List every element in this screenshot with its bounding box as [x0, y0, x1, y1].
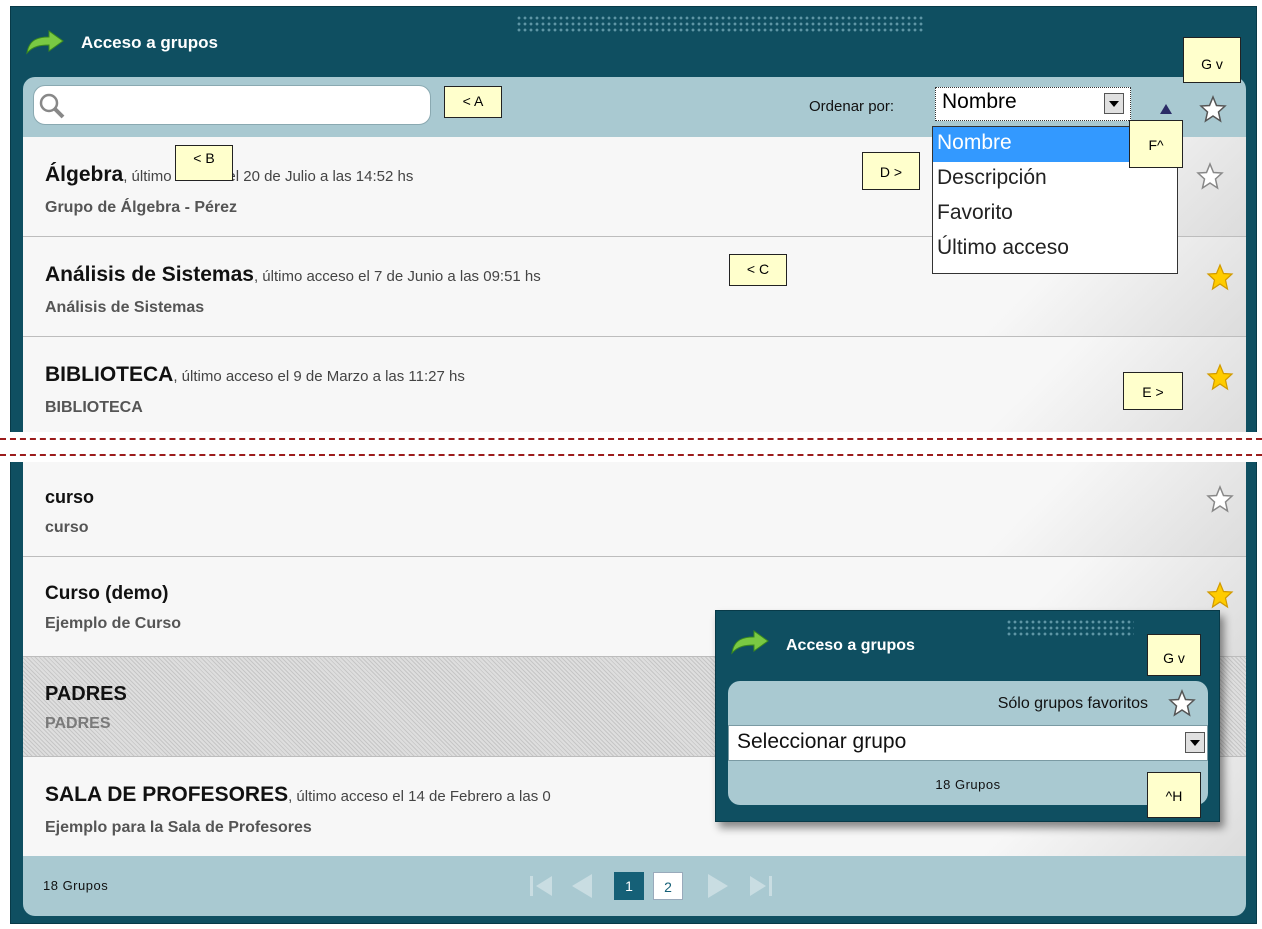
group-name: BIBLIOTECA, último acceso el 9 de Marzo …	[45, 363, 465, 386]
group-description: curso	[45, 519, 89, 536]
search-input[interactable]	[33, 85, 431, 125]
sort-label: Ordenar por:	[809, 98, 895, 115]
group-row[interactable]: curso curso	[23, 457, 1246, 557]
star-outline-icon[interactable]	[1199, 95, 1227, 123]
group-description: Ejemplo de Curso	[45, 615, 182, 632]
drag-handle[interactable]	[1006, 619, 1134, 637]
page-1-button[interactable]: 1	[614, 872, 644, 900]
sort-option[interactable]: Último acceso	[933, 232, 1177, 267]
footer: 18 Grupos 1 2	[23, 856, 1246, 916]
group-description: Grupo de Álgebra - Pérez	[45, 199, 238, 216]
group-count: 18 Grupos	[43, 878, 109, 893]
widget-title: Acceso a grupos	[786, 637, 915, 654]
callout-e: E >	[1123, 372, 1183, 410]
callout-b: < B	[175, 145, 233, 181]
star-outline-icon[interactable]	[1206, 485, 1234, 513]
groups-widget: Acceso a grupos Sólo grupos favoritos Se…	[715, 610, 1220, 822]
star-filled-icon[interactable]	[1206, 363, 1234, 391]
search-icon	[39, 93, 65, 119]
star-outline-icon[interactable]	[1168, 689, 1196, 717]
star-filled-icon[interactable]	[1206, 581, 1234, 609]
group-description: Ejemplo para la Sala de Profesores	[45, 819, 312, 836]
page-break-divider	[0, 432, 1262, 462]
group-name: SALA DE PROFESORES, último acceso el 14 …	[45, 783, 551, 806]
group-select[interactable]: Seleccionar grupo	[728, 725, 1208, 761]
sort-option[interactable]: Favorito	[933, 197, 1177, 232]
group-name: Curso (demo)	[45, 583, 169, 604]
callout-a: < A	[444, 86, 502, 118]
last-page-icon[interactable]	[748, 874, 774, 898]
callout-c: < C	[729, 254, 787, 286]
last-access: , último acceso el 14 de Febrero a las 0	[288, 788, 551, 805]
callout-d: D >	[862, 152, 920, 190]
forward-arrow-icon	[26, 30, 64, 55]
group-select-value: Seleccionar grupo	[737, 730, 907, 753]
last-access: , último acceso el 9 de Marzo a las 11:2…	[173, 368, 465, 385]
group-name: Análisis de Sistemas, último acceso el 7…	[45, 263, 541, 286]
sort-select[interactable]: Nombre	[935, 87, 1131, 121]
first-page-icon[interactable]	[528, 874, 554, 898]
page-2-button[interactable]: 2	[653, 872, 683, 900]
drag-handle[interactable]	[516, 15, 924, 33]
favorites-only-label: Sólo grupos favoritos	[997, 695, 1148, 712]
star-filled-icon[interactable]	[1206, 263, 1234, 291]
callout-h: ^H	[1147, 772, 1201, 818]
callout-g2: G v	[1147, 634, 1201, 676]
group-row[interactable]: BIBLIOTECA , último acceso el 9 de Marzo …	[23, 337, 1246, 437]
forward-arrow-icon	[731, 630, 769, 655]
group-name: PADRES	[45, 683, 127, 705]
last-access: , último acceso el 20 de Julio a las 14:…	[123, 168, 414, 185]
window-title: Acceso a grupos	[81, 33, 218, 52]
star-outline-icon[interactable]	[1196, 162, 1224, 190]
callout-f: F^	[1129, 120, 1183, 168]
next-page-icon[interactable]	[706, 874, 732, 898]
chevron-down-icon[interactable]	[1185, 732, 1205, 753]
group-name: curso	[45, 487, 95, 507]
callout-g: G v	[1183, 37, 1241, 83]
sort-selected-value: Nombre	[942, 90, 1017, 113]
group-description: Análisis de Sistemas	[45, 299, 205, 316]
group-description: BIBLIOTECA	[45, 399, 143, 416]
group-description: PADRES	[45, 715, 111, 732]
previous-page-icon[interactable]	[568, 874, 594, 898]
chevron-down-icon[interactable]	[1104, 93, 1124, 114]
last-access: , último acceso el 7 de Junio a las 09:5…	[253, 268, 541, 285]
ascending-triangle-icon[interactable]	[1160, 104, 1172, 114]
widget-panel: Sólo grupos favoritos Seleccionar grupo …	[728, 681, 1208, 805]
widget-group-count: 18 Grupos	[935, 777, 1001, 792]
title-bar: Acceso a grupos	[11, 7, 1256, 77]
